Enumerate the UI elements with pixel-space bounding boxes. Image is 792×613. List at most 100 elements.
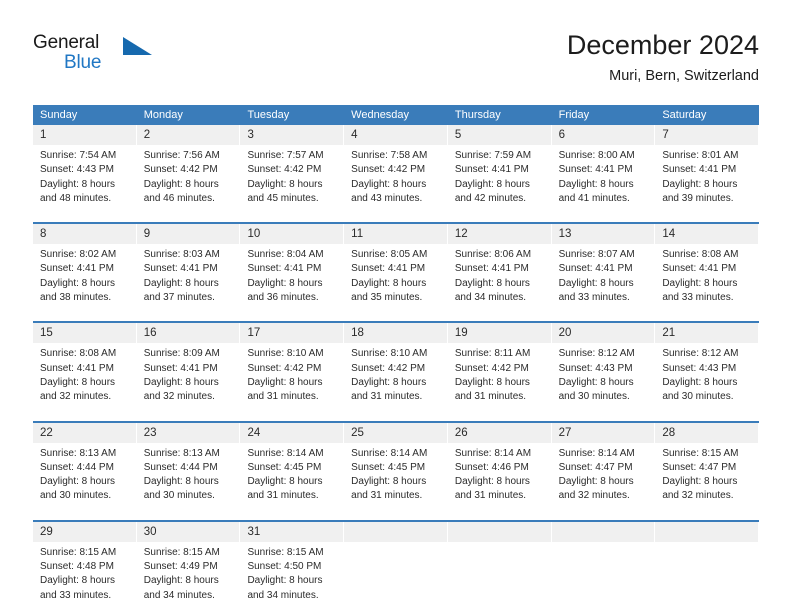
calendar-day-cell[interactable]: 31 Sunrise: 8:15 AM Sunset: 4:50 PM Dayligh…: [240, 521, 345, 613]
calendar-day-cell[interactable]: 14 Sunrise: 8:08 AM Sunset: 4:41 PM Dayligh…: [655, 224, 760, 316]
daylight-text-line1: Daylight: 8 hours: [351, 476, 427, 488]
calendar-day-cell[interactable]: 12 Sunrise: 8:06 AM Sunset: 4:41 PM Dayligh…: [447, 224, 552, 316]
sunrise-text: Sunrise: 8:15 AM: [143, 546, 220, 558]
calendar-day-cell[interactable]: 7 Sunrise: 8:01 AM Sunset: 4:41 PM Daylight…: [655, 125, 760, 217]
day-details: Sunrise: 7:58 AM Sunset: 4:42 PM Daylight:…: [344, 145, 448, 216]
calendar-empty-cell: [344, 521, 448, 613]
daylight-text-line2: and 32 minutes.: [40, 391, 112, 403]
daylight-text-line1: Daylight: 8 hours: [454, 376, 530, 388]
calendar-day-cell[interactable]: 27 Sunrise: 8:14 AM Sunset: 4:47 PM Dayligh…: [551, 422, 656, 514]
calendar-day-cell[interactable]: 19 Sunrise: 8:11 AM Sunset: 4:42 PM Dayligh…: [447, 323, 552, 415]
daylight-text-line2: and 35 minutes.: [351, 292, 423, 304]
day-number: 11: [344, 224, 448, 245]
daylight-text-line2: and 30 minutes.: [662, 391, 734, 403]
sunset-text: Sunset: 4:48 PM: [40, 561, 114, 573]
calendar-day-cell[interactable]: 22 Sunrise: 8:13 AM Sunset: 4:44 PM Dayligh…: [33, 422, 137, 514]
calendar-empty-cell: [551, 521, 656, 613]
day-details: Sunrise: 8:14 AM Sunset: 4:47 PM Daylight:…: [552, 443, 656, 514]
calendar-day-cell[interactable]: 6 Sunrise: 8:00 AM Sunset: 4:41 PM Daylight…: [551, 125, 656, 217]
calendar-day-cell[interactable]: 13 Sunrise: 8:07 AM Sunset: 4:41 PM Dayligh…: [551, 224, 656, 316]
daylight-text-line1: Daylight: 8 hours: [40, 476, 116, 488]
sunset-text: Sunset: 4:43 PM: [40, 164, 114, 176]
calendar-day-cell[interactable]: 29 Sunrise: 8:15 AM Sunset: 4:48 PM Dayligh…: [33, 521, 137, 613]
sunset-text: Sunset: 4:50 PM: [247, 561, 322, 573]
day-details: [655, 542, 759, 608]
daylight-text-line1: Daylight: 8 hours: [558, 178, 634, 190]
calendar-week-row: 8 Sunrise: 8:02 AM Sunset: 4:41 PM Daylight…: [33, 222, 760, 316]
calendar-day-cell[interactable]: 4 Sunrise: 7:58 AM Sunset: 4:42 PM Daylight…: [344, 125, 448, 217]
calendar-day-cell[interactable]: 30 Sunrise: 8:15 AM Sunset: 4:49 PM Dayligh…: [136, 521, 241, 613]
general-blue-logo[interactable]: General Blue: [33, 32, 163, 86]
day-number: 3: [240, 125, 345, 145]
day-details: Sunrise: 7:57 AM Sunset: 4:42 PM Daylight:…: [240, 145, 344, 216]
calendar-day-cell[interactable]: 1 Sunrise: 7:54 AM Sunset: 4:43 PM Daylight…: [33, 125, 137, 217]
calendar-day-cell[interactable]: 23 Sunrise: 8:13 AM Sunset: 4:44 PM Dayligh…: [136, 422, 241, 514]
sunrise-text: Sunrise: 7:57 AM: [247, 150, 324, 161]
sunrise-text: Sunrise: 8:12 AM: [662, 348, 739, 360]
daylight-text-line2: and 46 minutes.: [143, 192, 215, 204]
calendar-day-cell[interactable]: 9 Sunrise: 8:03 AM Sunset: 4:41 PM Daylight…: [136, 224, 241, 316]
day-details: Sunrise: 7:56 AM Sunset: 4:42 PM Daylight:…: [137, 145, 241, 216]
day-details: Sunrise: 8:10 AM Sunset: 4:42 PM Daylight:…: [344, 343, 448, 414]
page-title: December 2024: [566, 30, 759, 60]
sunrise-text: Sunrise: 8:04 AM: [247, 249, 324, 261]
daylight-text-line2: and 31 minutes.: [351, 490, 423, 502]
calendar-day-cell[interactable]: 15 Sunrise: 8:08 AM Sunset: 4:41 PM Dayligh…: [33, 323, 137, 415]
day-details: Sunrise: 7:54 AM Sunset: 4:43 PM Daylight:…: [33, 145, 137, 216]
sunset-text: Sunset: 4:42 PM: [351, 362, 426, 374]
calendar-day-cell[interactable]: 10 Sunrise: 8:04 AM Sunset: 4:41 PM Dayligh…: [240, 224, 345, 316]
day-details: Sunrise: 8:15 AM Sunset: 4:49 PM Daylight:…: [137, 542, 241, 613]
weekday-header-friday: Friday: [558, 109, 590, 121]
daylight-text-line1: Daylight: 8 hours: [247, 376, 323, 388]
daylight-text-line1: Daylight: 8 hours: [454, 277, 530, 289]
calendar-day-cell[interactable]: 25 Sunrise: 8:14 AM Sunset: 4:45 PM Dayligh…: [344, 422, 448, 514]
day-number: [551, 521, 656, 542]
daylight-text-line2: and 34 minutes.: [454, 292, 527, 304]
calendar-day-cell[interactable]: 17 Sunrise: 8:10 AM Sunset: 4:42 PM Dayligh…: [240, 323, 345, 415]
calendar-day-cell[interactable]: 2 Sunrise: 7:56 AM Sunset: 4:42 PM Daylight…: [136, 125, 241, 217]
calendar-day-cell[interactable]: 16 Sunrise: 8:09 AM Sunset: 4:41 PM Dayligh…: [136, 323, 241, 415]
daylight-text-line1: Daylight: 8 hours: [454, 476, 530, 488]
calendar-day-cell[interactable]: 20 Sunrise: 8:12 AM Sunset: 4:43 PM Dayligh…: [551, 323, 656, 415]
day-details: Sunrise: 8:05 AM Sunset: 4:41 PM Daylight:…: [344, 244, 448, 315]
sunset-text: Sunset: 4:41 PM: [40, 362, 114, 374]
calendar-day-cell[interactable]: 21 Sunrise: 8:12 AM Sunset: 4:43 PM Dayligh…: [655, 323, 760, 415]
calendar-day-cell[interactable]: 11 Sunrise: 8:05 AM Sunset: 4:41 PM Dayligh…: [344, 224, 448, 316]
calendar-day-cell[interactable]: 26 Sunrise: 8:14 AM Sunset: 4:46 PM Dayligh…: [447, 422, 552, 514]
daylight-text-line1: Daylight: 8 hours: [40, 376, 116, 388]
day-number: 30: [136, 521, 241, 542]
day-details: Sunrise: 8:06 AM Sunset: 4:41 PM Daylight:…: [448, 244, 552, 315]
weekday-header-thursday: Thursday: [454, 109, 501, 121]
calendar-day-cell[interactable]: 28 Sunrise: 8:15 AM Sunset: 4:47 PM Dayligh…: [655, 422, 760, 514]
calendar-week-cells: 1 Sunrise: 7:54 AM Sunset: 4:43 PM Daylight…: [33, 125, 760, 217]
sunset-text: Sunset: 4:41 PM: [454, 263, 529, 275]
day-details: Sunrise: 8:08 AM Sunset: 4:41 PM Daylight:…: [33, 343, 137, 414]
day-number: [447, 521, 552, 542]
sunrise-text: Sunrise: 8:03 AM: [143, 249, 220, 261]
daylight-text-line1: Daylight: 8 hours: [454, 178, 530, 190]
sunset-text: Sunset: 4:41 PM: [247, 263, 322, 275]
day-number: 26: [447, 422, 552, 443]
sunrise-text: Sunrise: 8:02 AM: [40, 249, 117, 261]
weekday-header-wednesday: Wednesday: [351, 109, 410, 121]
calendar-day-cell[interactable]: 24 Sunrise: 8:14 AM Sunset: 4:45 PM Dayligh…: [240, 422, 345, 514]
sunrise-text: Sunrise: 8:14 AM: [454, 447, 532, 459]
logo-triangle-icon: [123, 37, 152, 55]
day-number: [344, 521, 448, 542]
sunset-text: Sunset: 4:43 PM: [558, 362, 633, 374]
page-subtitle: Muri, Bern, Switzerland: [609, 68, 759, 84]
calendar-week-cells: 22 Sunrise: 8:13 AM Sunset: 4:44 PM Dayligh…: [33, 422, 760, 514]
sunset-text: Sunset: 4:46 PM: [454, 461, 529, 473]
calendar-day-cell[interactable]: 18 Sunrise: 8:10 AM Sunset: 4:42 PM Dayligh…: [344, 323, 448, 415]
logo-text-general: General: [33, 32, 100, 53]
calendar-day-cell[interactable]: 5 Sunrise: 7:59 AM Sunset: 4:41 PM Daylight…: [447, 125, 552, 217]
day-number: 14: [655, 224, 760, 245]
calendar-day-cell[interactable]: 8 Sunrise: 8:02 AM Sunset: 4:41 PM Daylight…: [33, 224, 137, 316]
day-details: Sunrise: 8:12 AM Sunset: 4:43 PM Daylight:…: [552, 343, 656, 414]
sunrise-text: Sunrise: 8:01 AM: [662, 150, 739, 161]
calendar-week-cells: 29 Sunrise: 8:15 AM Sunset: 4:48 PM Dayligh…: [33, 521, 760, 613]
day-details: Sunrise: 8:09 AM Sunset: 4:41 PM Daylight:…: [137, 343, 241, 414]
daylight-text-line1: Daylight: 8 hours: [351, 178, 427, 190]
calendar-day-cell[interactable]: 3 Sunrise: 7:57 AM Sunset: 4:42 PM Daylight…: [240, 125, 345, 217]
daylight-text-line1: Daylight: 8 hours: [662, 476, 738, 488]
